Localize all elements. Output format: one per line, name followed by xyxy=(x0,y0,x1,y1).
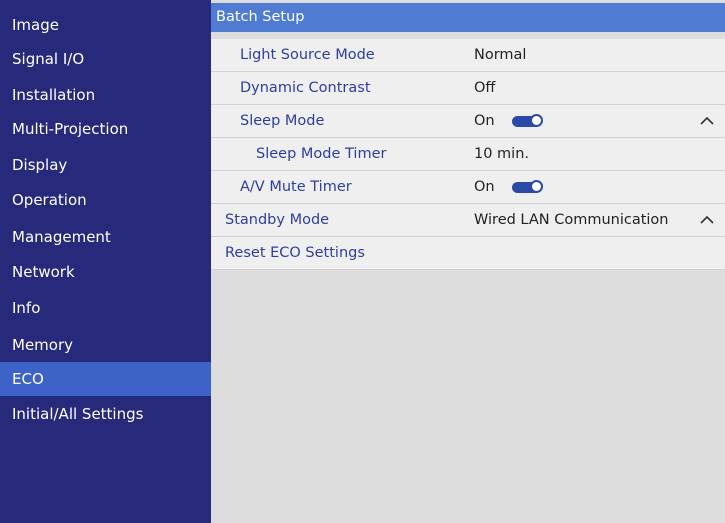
setting-row-light-source-mode[interactable]: Light Source Mode Normal xyxy=(211,39,725,72)
setting-row-reset-eco-settings[interactable]: Reset ECO Settings xyxy=(211,237,725,270)
setting-row-standby-mode[interactable]: Standby Mode Wired LAN Communication xyxy=(211,204,725,237)
av-mute-timer-toggle[interactable] xyxy=(512,180,543,194)
toggle-knob xyxy=(530,180,543,193)
setting-label: A/V Mute Timer xyxy=(240,179,352,195)
projector-menu-screen: Image Signal I/O Installation Multi-Proj… xyxy=(0,0,725,523)
setting-row-dynamic-contrast[interactable]: Dynamic Contrast Off xyxy=(211,72,725,105)
setting-row-av-mute-timer[interactable]: A/V Mute Timer On xyxy=(211,171,725,204)
sidebar-item-management[interactable]: Management xyxy=(0,220,211,254)
setting-label: Sleep Mode xyxy=(240,113,325,129)
setting-value: 10 min. xyxy=(474,146,530,162)
setting-row-sleep-mode-timer[interactable]: Sleep Mode Timer 10 min. xyxy=(211,138,725,171)
batch-setup-header[interactable]: Batch Setup xyxy=(211,3,725,32)
sidebar-item-operation[interactable]: Operation xyxy=(0,183,211,217)
chevron-up-icon[interactable] xyxy=(699,204,715,234)
sidebar-item-initial-all-settings[interactable]: Initial/All Settings xyxy=(0,397,211,431)
sidebar-item-memory[interactable]: Memory xyxy=(0,328,211,362)
setting-label: Sleep Mode Timer xyxy=(256,146,387,162)
toggle-knob xyxy=(530,114,543,127)
sidebar-item-network[interactable]: Network xyxy=(0,255,211,289)
setting-value: On xyxy=(474,179,495,195)
setting-value: Normal xyxy=(474,47,527,63)
setting-value: Off xyxy=(474,80,496,96)
chevron-up-icon[interactable] xyxy=(699,105,715,135)
setting-label: Standby Mode xyxy=(225,212,330,228)
setting-value: On xyxy=(474,113,495,129)
sidebar-item-display[interactable]: Display xyxy=(0,148,211,182)
batch-setup-label: Batch Setup xyxy=(216,9,305,25)
sidebar-item-signal-io[interactable]: Signal I/O xyxy=(0,42,211,76)
sidebar-item-image[interactable]: Image xyxy=(0,8,211,42)
sidebar-item-multi-projection[interactable]: Multi-Projection xyxy=(0,112,211,146)
setting-value: Wired LAN Communication xyxy=(474,212,669,228)
setting-label: Reset ECO Settings xyxy=(225,245,365,261)
sidebar-item-info[interactable]: Info xyxy=(0,291,211,325)
sleep-mode-toggle[interactable] xyxy=(512,114,543,128)
settings-panel: Batch Setup Light Source Mode Normal Dyn… xyxy=(211,0,725,523)
setting-label: Dynamic Contrast xyxy=(240,80,371,96)
sidebar-item-eco[interactable]: ECO xyxy=(0,362,211,396)
sidebar-item-installation[interactable]: Installation xyxy=(0,78,211,112)
setting-label: Light Source Mode xyxy=(240,47,375,63)
setting-row-sleep-mode[interactable]: Sleep Mode On xyxy=(211,105,725,138)
sidebar-menu: Image Signal I/O Installation Multi-Proj… xyxy=(0,0,211,523)
